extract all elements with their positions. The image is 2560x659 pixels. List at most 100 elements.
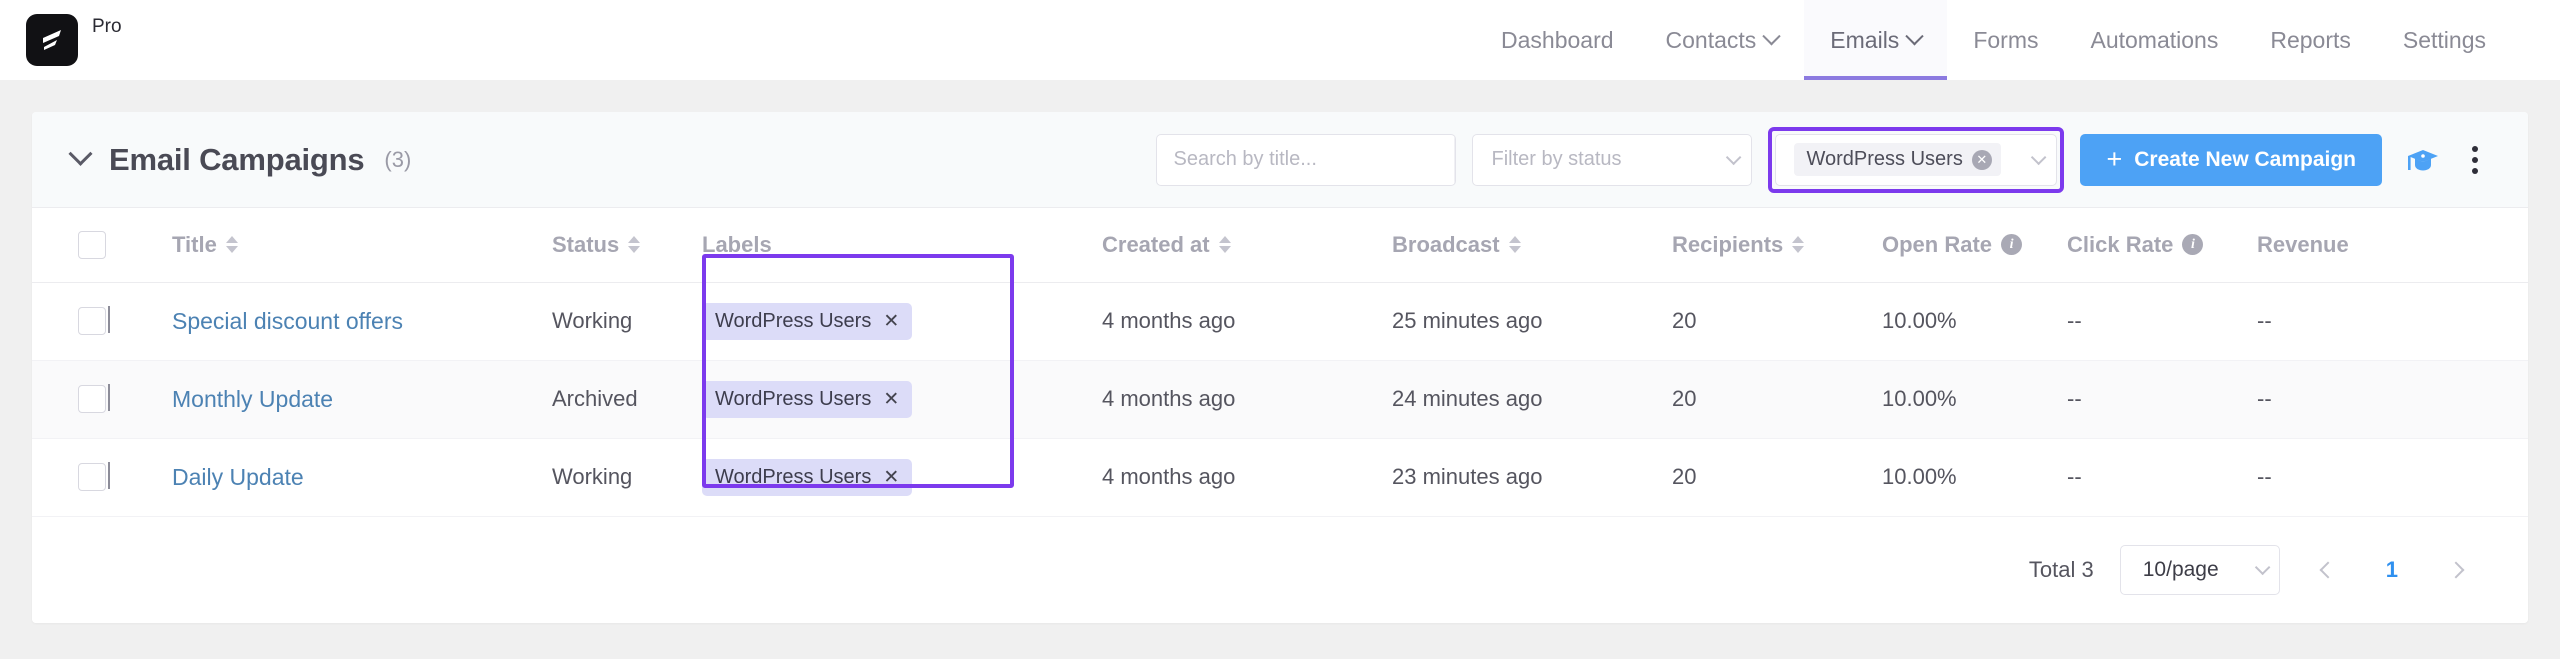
graduation-cap-icon[interactable] (2406, 145, 2440, 175)
campaign-title-link[interactable]: Daily Update (172, 464, 304, 490)
create-new-campaign-button[interactable]: + Create New Campaign (2080, 133, 2382, 186)
th-broadcast-label: Broadcast (1392, 231, 1500, 257)
row-broadcast: 23 minutes ago (1392, 438, 1672, 517)
row-labels-cell: WordPress Users ✕ (702, 360, 1102, 439)
row-click-rate: -- (2067, 438, 2257, 517)
nav-item-emails[interactable]: Emails (1804, 0, 1948, 80)
sort-icon[interactable] (1792, 236, 1805, 254)
status-filter-placeholder: Filter by status (1491, 148, 1622, 170)
th-created-at[interactable]: Created at (1102, 208, 1392, 283)
row-expand-cell (108, 438, 172, 517)
table-header-row: Title Status Labels Created at Broadcast… (32, 208, 2528, 283)
sort-icon[interactable] (225, 236, 238, 254)
row-open-rate: 10.00% (1882, 282, 2067, 361)
circle-close-icon[interactable]: ✕ (1971, 149, 1992, 170)
row-click-rate: -- (2067, 360, 2257, 439)
row-broadcast: 25 minutes ago (1392, 282, 1672, 361)
nav-label: Contacts (1665, 26, 1757, 53)
chevron-right-icon[interactable] (108, 384, 110, 411)
nav-label: Reports (2270, 26, 2351, 53)
th-click-rate-label: Click Rate (2067, 231, 2174, 257)
sort-icon[interactable] (1508, 236, 1521, 254)
nav-item-reports[interactable]: Reports (2244, 0, 2377, 80)
nav-label: Settings (2402, 26, 2486, 53)
page-number-1[interactable]: 1 (2376, 557, 2408, 583)
nav-item-forms[interactable]: Forms (1947, 0, 2064, 80)
th-status[interactable]: Status (552, 208, 702, 283)
row-checkbox[interactable] (78, 463, 106, 491)
lightning-bolt-logo (26, 14, 78, 66)
row-created-at: 4 months ago (1102, 282, 1392, 361)
chevron-down-icon (2254, 559, 2271, 576)
nav-item-dashboard[interactable]: Dashboard (1475, 0, 1640, 80)
th-recipients[interactable]: Recipients (1672, 208, 1882, 283)
page-size-value: 10/page (2142, 557, 2219, 581)
th-broadcast[interactable]: Broadcast (1392, 208, 1672, 283)
campaign-title-link[interactable]: Special discount offers (172, 308, 403, 334)
table-footer: Total 3 10/page 1 (32, 516, 2528, 623)
row-labels-cell: WordPress Users ✕ (702, 438, 1102, 517)
row-open-rate: 10.00% (1882, 438, 2067, 517)
row-checkbox[interactable] (78, 385, 106, 413)
th-title[interactable]: Title (172, 208, 552, 283)
nav-item-automations[interactable]: Automations (2064, 0, 2244, 80)
sort-icon[interactable] (1218, 236, 1231, 254)
chevron-down-icon[interactable] (68, 141, 93, 166)
search-icon (1455, 149, 1456, 171)
th-select-all (32, 208, 108, 283)
top-navigation-bar: Pro Dashboard Contacts Emails Forms Auto… (0, 0, 2560, 80)
label-chip-text: WordPress Users (715, 387, 872, 410)
status-filter-select[interactable]: Filter by status (1472, 133, 1753, 186)
header-toolbar: Filter by status WordPress Users ✕ + Cre… (1156, 126, 2492, 193)
chevron-right-icon[interactable] (108, 462, 110, 489)
row-expand-cell (108, 282, 172, 361)
page-title: Email Campaigns (109, 141, 365, 177)
sort-icon[interactable] (628, 236, 641, 254)
chevron-right-icon[interactable] (2434, 548, 2478, 592)
th-open-rate-label: Open Rate (1882, 231, 1993, 257)
campaign-title-link[interactable]: Monthly Update (172, 386, 333, 412)
th-title-label: Title (172, 231, 217, 257)
card-title-group[interactable]: Email Campaigns (3) (68, 141, 412, 178)
info-icon[interactable]: i (2182, 234, 2204, 256)
row-recipients: 20 (1672, 438, 1882, 517)
th-click-rate: Click Rate i (2067, 208, 2257, 283)
total-count: Total 3 (2028, 556, 2094, 582)
row-title-cell: Daily Update (172, 438, 552, 517)
th-open-rate: Open Rate i (1882, 208, 2067, 283)
nav-item-settings[interactable]: Settings (2377, 0, 2512, 80)
close-icon[interactable]: ✕ (883, 312, 899, 331)
nav-item-contacts[interactable]: Contacts (1640, 0, 1805, 80)
nav-label: Automations (2090, 26, 2219, 53)
row-checkbox[interactable] (78, 307, 106, 335)
row-status: Working (552, 438, 702, 517)
label-chip: WordPress Users ✕ (702, 302, 913, 340)
search-button[interactable] (1454, 134, 1456, 185)
label-filter-select[interactable]: WordPress Users ✕ (1775, 133, 2058, 186)
chevron-left-icon[interactable] (2306, 548, 2350, 592)
info-icon[interactable]: i (2001, 234, 2023, 256)
chevron-down-icon (1905, 26, 1925, 45)
label-chip: WordPress Users ✕ (702, 380, 913, 418)
close-icon[interactable]: ✕ (883, 468, 899, 487)
create-new-campaign-label: Create New Campaign (2134, 147, 2356, 171)
row-status: Archived (552, 360, 702, 439)
row-select-cell (32, 438, 108, 517)
label-filter-highlight: WordPress Users ✕ (1768, 126, 2065, 193)
th-status-label: Status (552, 231, 620, 257)
th-recipients-label: Recipients (1672, 231, 1784, 257)
close-icon[interactable]: ✕ (883, 390, 899, 409)
more-vertical-icon[interactable] (2458, 140, 2492, 180)
row-created-at: 4 months ago (1102, 360, 1392, 439)
row-title-cell: Special discount offers (172, 282, 552, 361)
select-all-checkbox[interactable] (78, 230, 106, 259)
th-created-at-label: Created at (1102, 231, 1210, 257)
search-input[interactable] (1157, 148, 1455, 171)
page-size-select[interactable]: 10/page (2119, 544, 2280, 595)
campaign-count: (3) (384, 146, 412, 172)
row-recipients: 20 (1672, 282, 1882, 361)
row-broadcast: 24 minutes ago (1392, 360, 1672, 439)
label-chip-text: WordPress Users (715, 465, 872, 488)
th-revenue: Revenue (2257, 208, 2528, 283)
chevron-right-icon[interactable] (108, 306, 110, 333)
